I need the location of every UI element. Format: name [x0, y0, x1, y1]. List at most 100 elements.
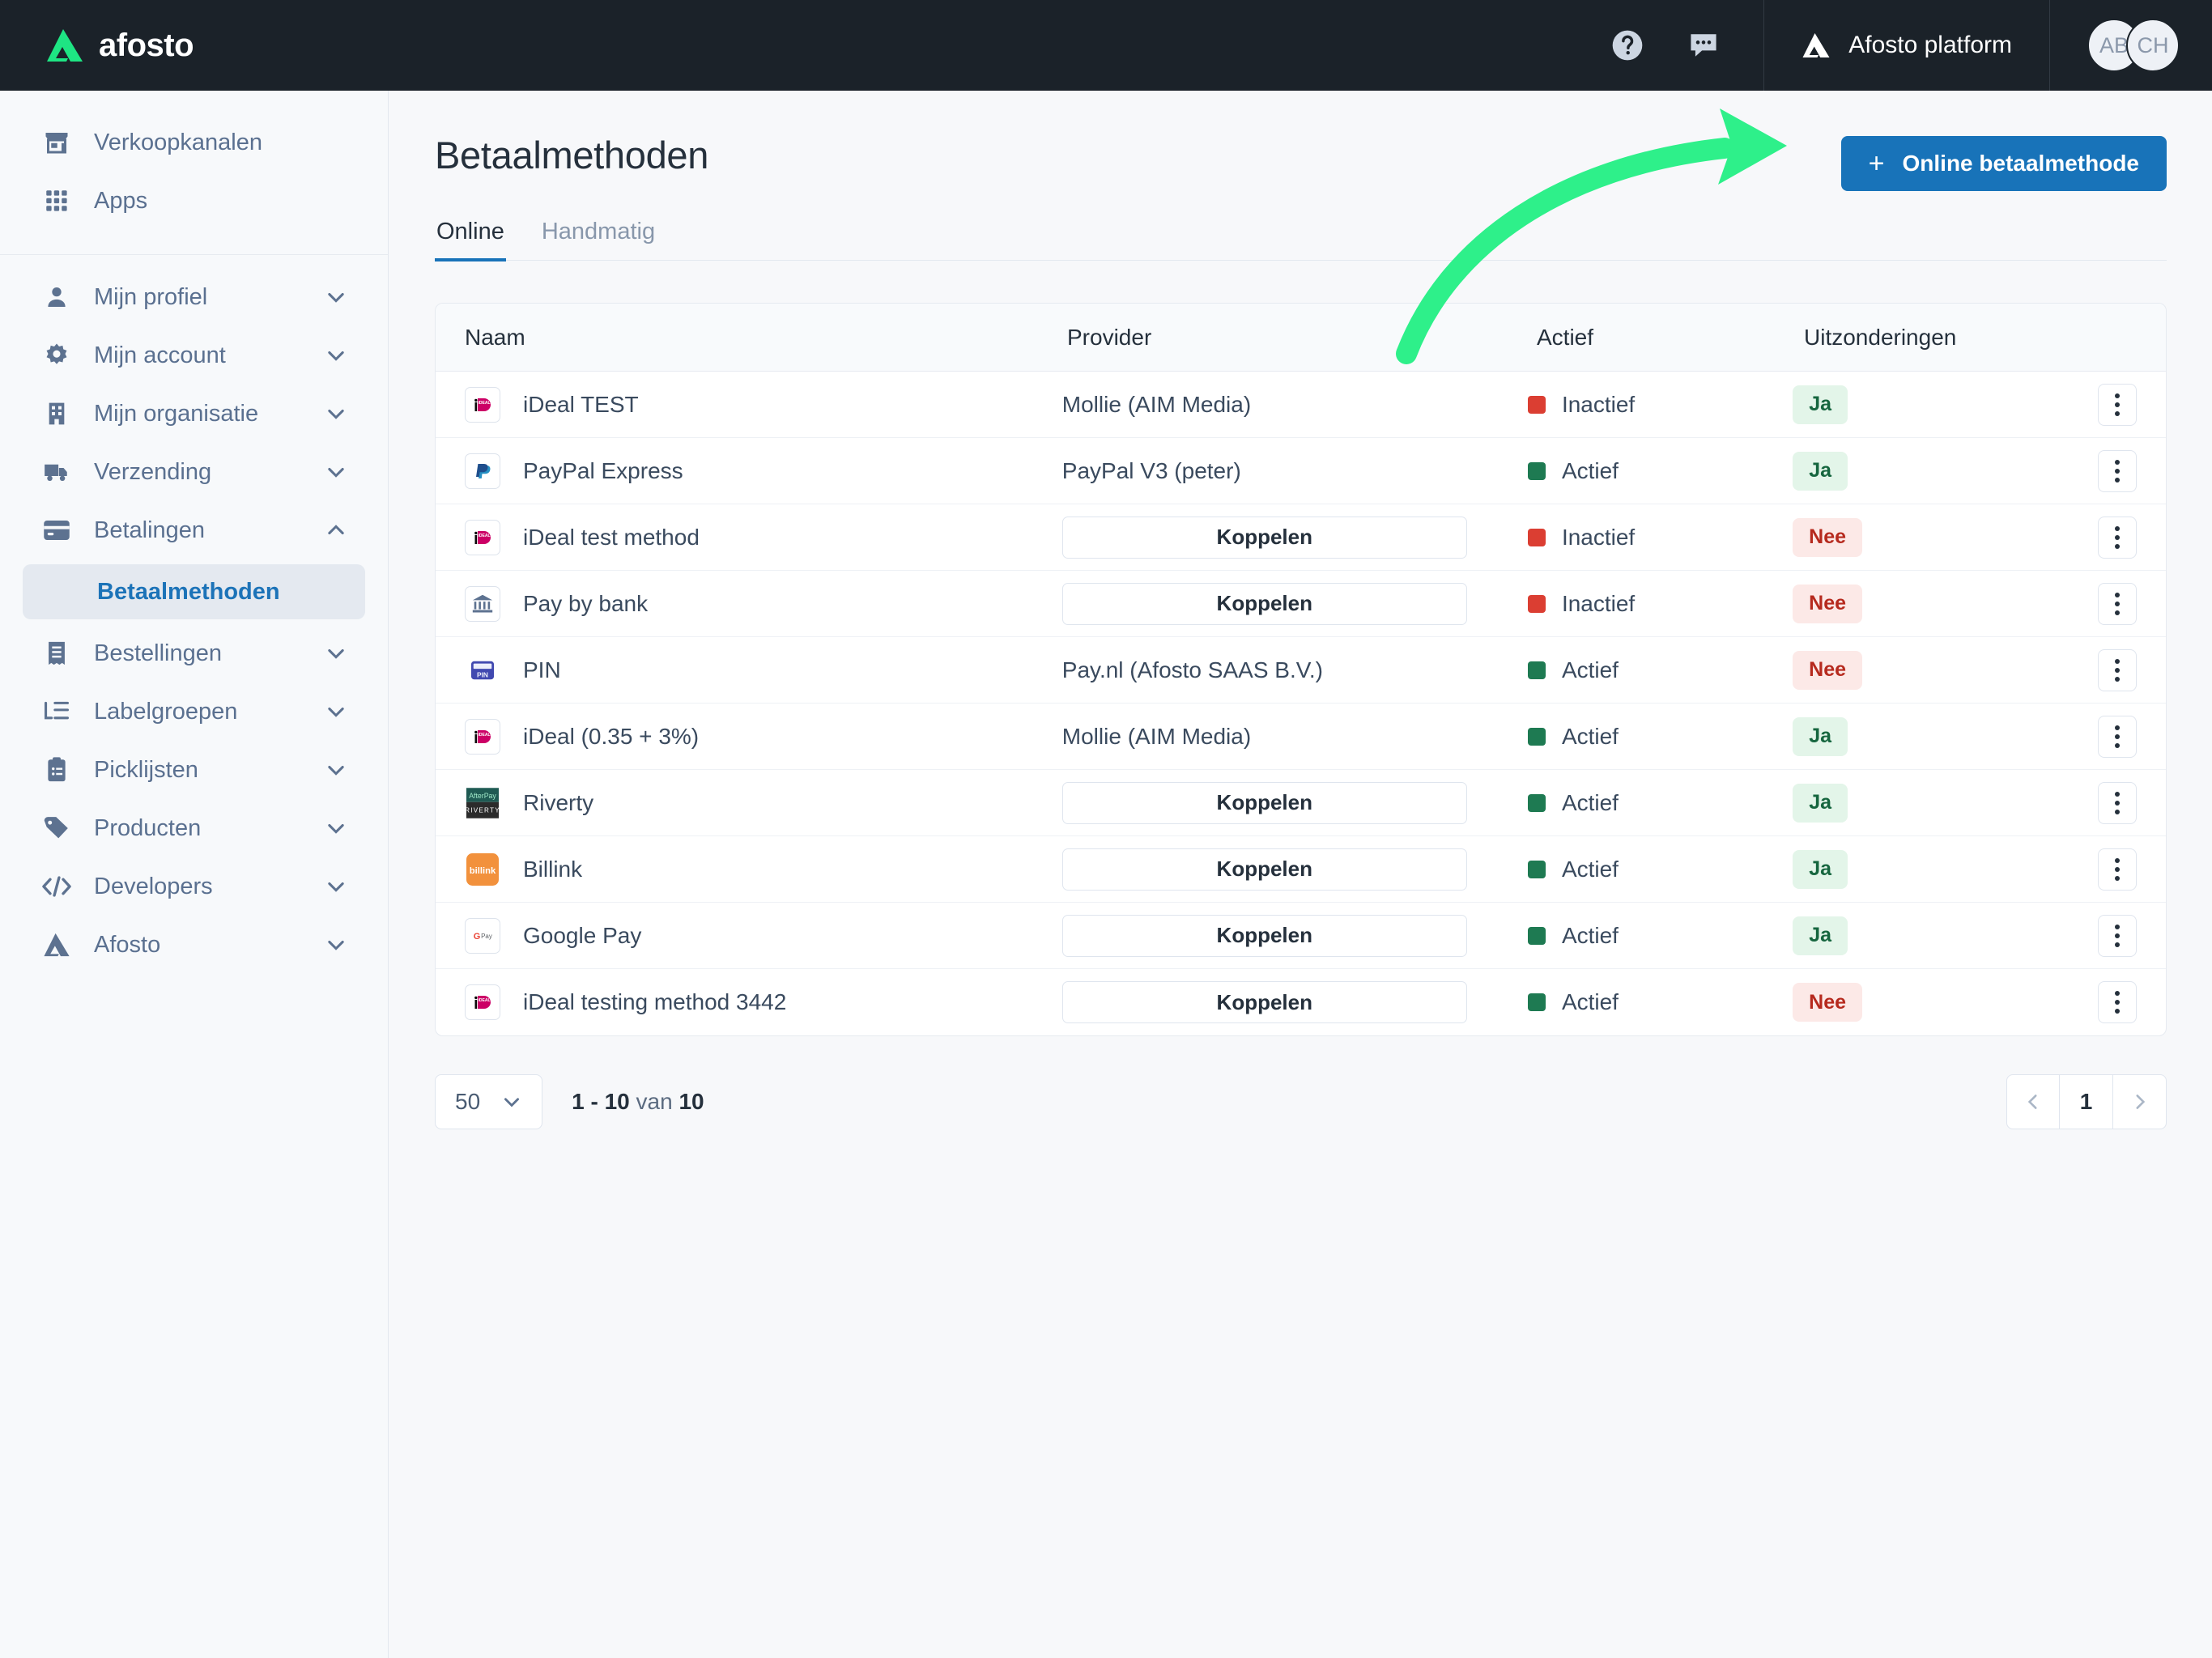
platform-switcher[interactable]: Afosto platform — [1763, 0, 2050, 91]
koppelen-button[interactable]: Koppelen — [1061, 781, 1467, 824]
payment-method-name: Google Pay — [523, 922, 642, 948]
pagination-next-button[interactable] — [2113, 1074, 2167, 1129]
googlepay-logo: G Pay — [465, 917, 500, 954]
kebab-menu-icon[interactable] — [2098, 715, 2137, 758]
provider-text: PayPal V3 (peter) — [1061, 457, 1241, 483]
sidebar-item-label: Picklijsten — [94, 756, 198, 783]
page-title: Betaalmethoden — [435, 134, 709, 176]
table-row[interactable]: AfterPay RIVERTY Riverty Koppelen Actief Ja — [436, 770, 2166, 836]
kebab-menu-icon[interactable] — [2098, 648, 2137, 691]
cell-uitzonderingen: Ja — [1793, 849, 2098, 889]
cell-actions — [2098, 715, 2166, 758]
table-row[interactable]: G Pay Google Pay Koppelen Actief Ja — [436, 903, 2166, 969]
sidebar-item-developers[interactable]: Developers — [23, 857, 365, 916]
table-row[interactable]: iDEAL iDeal testing method 3442 Koppelen Ac… — [436, 969, 2166, 1035]
sidebar-item-afosto[interactable]: Afosto — [23, 916, 365, 974]
sidebar-item-verzending[interactable]: Verzending — [23, 443, 365, 501]
cell-provider: Koppelen — [1061, 516, 1528, 559]
cell-provider: Mollie (AIM Media) — [1062, 392, 1528, 418]
table-row[interactable]: iDEAL iDeal test method Koppelen Inactief Ne… — [436, 504, 2166, 571]
sidebar-item-mijn-account[interactable]: Mijn account — [23, 326, 365, 385]
billink-logo: billink — [465, 852, 500, 887]
payment-method-name: PayPal Express — [523, 457, 683, 483]
gear-icon — [40, 339, 73, 372]
sidebar-item-label: Betalingen — [94, 517, 206, 543]
koppelen-button[interactable]: Koppelen — [1061, 516, 1467, 559]
sidebar-item-label: Mijn account — [94, 342, 226, 368]
kebab-menu-icon[interactable] — [2098, 383, 2137, 426]
status-label: Inactief — [1561, 524, 1636, 550]
status-badge: Actief — [1527, 923, 1793, 949]
tab-handmatig[interactable]: Handmatig — [540, 219, 657, 261]
pagination-prev-button[interactable] — [2006, 1074, 2060, 1129]
koppelen-button[interactable]: Koppelen — [1061, 981, 1467, 1023]
status-label: Actief — [1561, 989, 1619, 1014]
kebab-menu-icon[interactable] — [2098, 914, 2137, 957]
sidebar-item-mijn-profiel[interactable]: Mijn profiel — [23, 268, 365, 326]
sidebar-item-producten[interactable]: Producten — [23, 799, 365, 857]
paypal-logo — [465, 453, 500, 489]
koppelen-button[interactable]: Koppelen — [1061, 848, 1467, 891]
kebab-menu-icon[interactable] — [2098, 981, 2137, 1023]
kebab-menu-icon[interactable] — [2098, 582, 2137, 625]
status-badge: Inactief — [1527, 392, 1793, 418]
chevron-down-icon — [328, 648, 344, 659]
payment-method-name: Riverty — [523, 789, 594, 815]
sidebar-item-picklijsten[interactable]: Picklijsten — [23, 741, 365, 799]
table-row[interactable]: iDEAL iDeal (0.35 + 3%) Mollie (AIM Media)… — [436, 704, 2166, 770]
table-row[interactable]: PIN PIN Pay.nl (Afosto SAAS B.V.) Actief Nee — [436, 637, 2166, 704]
cell-naam: G Pay Google Pay — [436, 917, 1062, 954]
add-online-payment-method-button[interactable]: + Online betaalmethode — [1840, 136, 2167, 191]
sidebar-subitem-betaalmethoden[interactable]: Betaalmethoden — [23, 564, 365, 619]
question-circle-icon[interactable] — [1610, 28, 1645, 63]
result-total: 10 — [678, 1089, 704, 1114]
cell-uitzonderingen: Ja — [1793, 716, 2098, 756]
pin-logo: PIN — [465, 653, 500, 688]
pagination-page-1[interactable]: 1 — [2060, 1074, 2113, 1129]
sidebar-item-betalingen[interactable]: Betalingen — [23, 501, 365, 559]
kebab-menu-icon[interactable] — [2098, 516, 2137, 559]
svg-text:iDEAL: iDEAL — [479, 998, 491, 1003]
chevron-down-icon — [328, 707, 344, 717]
table-row[interactable]: billink Billink Koppelen Actief Ja — [436, 836, 2166, 903]
kebab-menu-icon[interactable] — [2098, 449, 2137, 492]
koppelen-button[interactable]: Koppelen — [1061, 582, 1467, 625]
sidebar-item-mijn-organisatie[interactable]: Mijn organisatie — [23, 385, 365, 443]
ideal-logo: iDEAL — [465, 519, 500, 555]
table-row[interactable]: PayPal Express PayPal V3 (peter) Actief Ja — [436, 438, 2166, 504]
kebab-menu-icon[interactable] — [2098, 781, 2137, 824]
cell-actief: Actief — [1527, 657, 1793, 683]
koppelen-button[interactable]: Koppelen — [1061, 914, 1467, 957]
svg-text:G: G — [474, 932, 481, 942]
cell-actions — [2098, 449, 2166, 492]
svg-text:Pay: Pay — [481, 933, 492, 940]
sidebar-main-group: Mijn profiel Mijn account Mijn organisat… — [0, 255, 388, 987]
page-size-select[interactable]: 50 — [435, 1074, 543, 1129]
brand-logo-group[interactable]: afosto — [0, 0, 389, 91]
chevron-down-icon — [328, 882, 344, 892]
cell-uitzonderingen: Nee — [1793, 584, 2098, 623]
tab-online[interactable]: Online — [435, 219, 506, 261]
cell-actions — [2098, 516, 2166, 559]
sidebar-item-labelgroepen[interactable]: Labelgroepen — [23, 682, 365, 741]
kebab-menu-icon[interactable] — [2098, 848, 2137, 891]
table-footer: 50 1 - 10 van 10 1 — [435, 1073, 2167, 1130]
sidebar-item-verkoopkanalen[interactable]: Verkoopkanalen — [23, 113, 365, 172]
avatar-ch[interactable]: CH — [2126, 19, 2180, 72]
status-label: Actief — [1561, 856, 1619, 882]
exception-badge: Nee — [1793, 517, 1863, 557]
table-row[interactable]: Pay by bank Koppelen Inactief Nee — [436, 571, 2166, 637]
sidebar-item-bestellingen[interactable]: Bestellingen — [23, 624, 365, 682]
cell-actions — [2098, 848, 2166, 891]
sidebar-item-label: Apps — [94, 187, 148, 214]
sidebar-item-apps[interactable]: Apps — [23, 172, 365, 230]
result-count: 1 - 10 van 10 — [572, 1089, 704, 1115]
cell-actief: Actief — [1527, 724, 1793, 750]
payment-method-name: Billink — [523, 856, 583, 882]
chat-bubble-icon[interactable] — [1686, 28, 1721, 63]
table-row[interactable]: iDEAL iDeal TEST Mollie (AIM Media) Inactie… — [436, 372, 2166, 438]
cell-uitzonderingen: Ja — [1793, 385, 2098, 424]
cell-provider: Koppelen — [1061, 781, 1528, 824]
ideal-logo: iDEAL — [465, 718, 500, 755]
